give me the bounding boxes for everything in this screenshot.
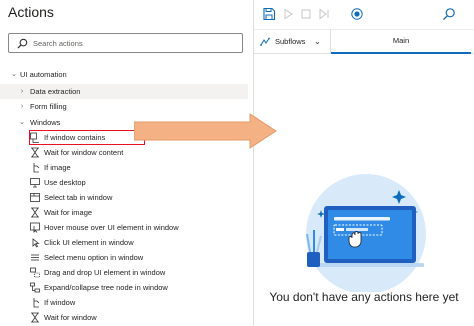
if-window-icon [33,298,40,308]
action-item-use-desktop[interactable]: Use desktop [0,175,248,190]
designer-tabs: Subflows ⌄ Main [254,30,474,54]
tab-main-label: Main [392,36,410,45]
action-item-select-tab-in-window[interactable]: Select tab in window [0,190,248,205]
run-icon[interactable] [281,7,295,21]
menu-icon [31,254,39,261]
action-item-label: Hover mouse over UI element in window [44,223,179,232]
hover-icon [30,222,40,233]
tree-group-form-filling[interactable]: › Form filling [0,99,248,114]
subflows-icon [260,37,270,46]
drag-drop-icon [30,267,40,278]
save-icon[interactable] [262,7,276,21]
action-item-wait-for-window[interactable]: Wait for window [0,310,248,325]
stop-icon[interactable] [299,7,313,21]
desktop-icon [30,178,40,188]
chevron-right-icon: › [20,103,24,110]
annotation-arrow [134,113,277,149]
tree-category-label: UI automation [20,70,67,79]
chevron-right-icon: › [20,88,24,95]
step-icon[interactable] [317,7,331,21]
search-input[interactable] [33,36,233,50]
designer-toolbar [254,0,474,30]
tree-node-icon [30,282,40,293]
if-image-icon [33,163,40,173]
actions-pane: Actions ⌄ UI automation › Data extractio… [0,0,254,326]
action-item-label: Use desktop [44,178,86,187]
tree-group-data-extraction[interactable]: › Data extraction [0,84,248,99]
action-item-label: If window [44,298,76,307]
action-item-label: Wait for window content [44,148,124,157]
tree-group-label: Form filling [30,102,67,111]
highlight-annotation-box [29,130,145,145]
tree-group-label: Data extraction [30,87,81,96]
search-box[interactable] [8,33,243,53]
action-item-select-menu-option-in-window[interactable]: Select menu option in window [0,250,248,265]
tab-main[interactable]: Main [331,30,471,54]
action-item-label: Expand/collapse tree node in window [44,283,168,292]
subflows-label: Subflows [275,37,306,46]
action-item-expand-collapse-tree-node[interactable]: Expand/collapse tree node in window [0,280,248,295]
action-item-drag-and-drop-ui-element[interactable]: Drag and drop UI element in window [0,265,248,280]
empty-state-illustration [306,174,426,292]
chevron-down-icon: ⌄ [314,37,321,46]
tree-category-ui-automation[interactable]: ⌄ UI automation [0,67,248,82]
action-item-label: Select tab in window [44,193,113,202]
actions-pane-title: Actions [8,4,54,20]
action-item-if-image[interactable]: If image [0,160,248,175]
record-icon[interactable] [350,7,364,21]
chevron-down-icon: ⌄ [19,119,25,126]
action-item-label: Wait for image [44,208,93,217]
action-item-label: Wait for window [44,313,97,322]
action-item-hover-mouse-over-ui-element[interactable]: Hover mouse over UI element in window [0,220,248,235]
tab-selected-indicator [331,52,471,54]
click-icon [32,238,40,248]
wait-window-icon [31,312,39,323]
action-item-label: Select menu option in window [44,253,144,262]
action-item-label: Click UI element in window [44,238,134,247]
action-item-wait-for-image[interactable]: Wait for image [0,205,248,220]
chevron-down-icon: ⌄ [11,71,17,78]
action-item-if-window[interactable]: If window [0,295,248,310]
designer-pane: Subflows ⌄ Main You don't have any actio… [254,0,474,326]
empty-state-message: You don't have any actions here yet [269,290,459,304]
wait-window-icon [31,147,39,158]
action-item-label: Drag and drop UI element in window [44,268,166,277]
action-item-label: If image [44,163,71,172]
tab-icon [30,193,40,202]
search-icon [17,38,28,49]
action-item-click-ui-element-in-window[interactable]: Click UI element in window [0,235,248,250]
search-icon[interactable] [442,7,456,21]
wait-image-icon [31,207,39,218]
tree-group-label: Windows [30,118,61,127]
